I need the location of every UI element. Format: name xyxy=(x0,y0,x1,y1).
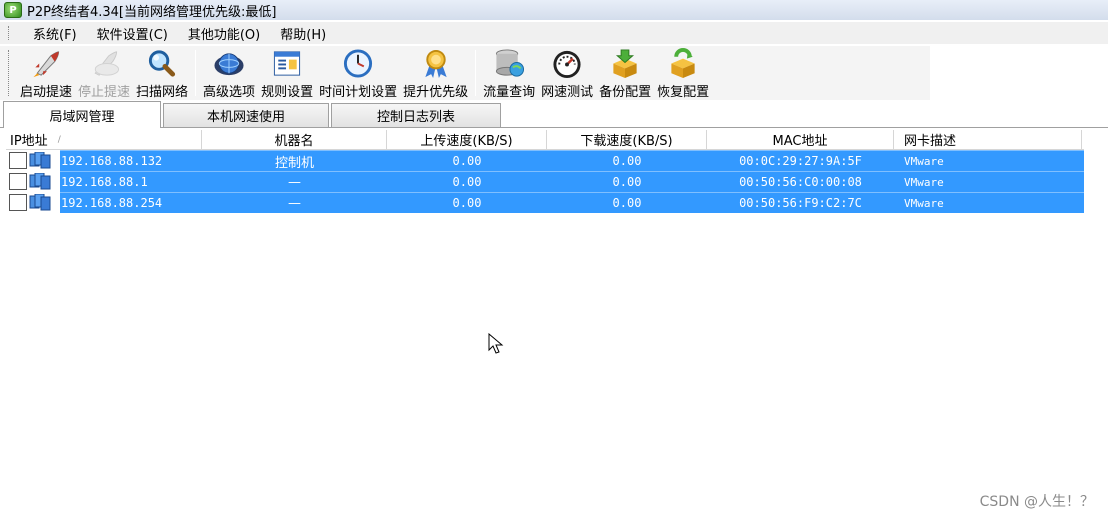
raise-priority-label: 提升优先级 xyxy=(403,85,469,100)
cell-ip: 192.168.88.1 xyxy=(61,175,148,189)
cell-mac: 00:0C:29:27:9A:5F xyxy=(739,154,862,168)
rules-window-icon xyxy=(273,51,301,76)
rocket-icon xyxy=(33,51,60,78)
cell-machine-name: 控制机 xyxy=(274,155,314,171)
tab-lan-management[interactable]: 局域网管理 xyxy=(3,101,161,128)
column-machine-name[interactable]: 机器名 xyxy=(202,130,387,149)
cell-download-speed: 0.00 xyxy=(612,175,642,189)
menu-grip xyxy=(8,26,11,40)
cell-upload-speed: 0.00 xyxy=(452,196,482,210)
magnifier-icon xyxy=(148,50,176,77)
schedule-settings-button[interactable]: 时间计划设置 xyxy=(316,46,400,100)
menu-help[interactable]: 帮助(H) xyxy=(270,22,336,45)
rocket-stop-icon xyxy=(94,51,120,76)
column-nic-description[interactable]: 网卡描述 xyxy=(894,130,1082,149)
computer-icon xyxy=(29,194,51,211)
host-table: IP地址 / 机器名 上传速度(KB/S) 下载速度(KB/S) MAC地址 网… xyxy=(6,130,1084,213)
advanced-options-button[interactable]: 高级选项 xyxy=(200,46,258,100)
cell-nic-description: VMware xyxy=(904,154,944,168)
stop-speedup-button[interactable]: 停止提速 xyxy=(75,46,133,100)
toolbar-grip xyxy=(8,50,11,96)
cell-nic-description: VMware xyxy=(904,175,944,189)
restore-config-button[interactable]: 恢复配置 xyxy=(654,46,712,100)
cell-download-speed: 0.00 xyxy=(612,154,642,168)
computer-icon xyxy=(29,152,51,169)
column-ip-label: IP地址 xyxy=(10,134,48,149)
tab-bar: 局域网管理 本机网速使用 控制日志列表 xyxy=(0,100,1108,128)
row-lead xyxy=(6,192,60,213)
row-cells[interactable]: 192.168.88.132 控制机 0.00 0.00 00:0C:29:27… xyxy=(60,150,1084,171)
cell-machine-name: — xyxy=(288,195,301,211)
rules-settings-button[interactable]: 规则设置 xyxy=(258,46,316,100)
box-down-arrow-icon xyxy=(613,49,637,79)
row-lead xyxy=(6,171,60,192)
schedule-settings-label: 时间计划设置 xyxy=(319,85,398,100)
scan-network-label: 扫描网络 xyxy=(136,85,189,100)
restore-config-label: 恢复配置 xyxy=(657,85,710,100)
tab-local-speed-usage[interactable]: 本机网速使用 xyxy=(163,103,329,127)
cell-machine-name: — xyxy=(288,174,301,190)
backup-config-label: 备份配置 xyxy=(599,85,652,100)
toolbar-separator xyxy=(475,50,477,96)
speed-test-button[interactable]: 网速测试 xyxy=(538,46,596,100)
backup-config-button[interactable]: 备份配置 xyxy=(596,46,654,100)
toolbar: 启动提速 停止提速 扫描网络 高级选项 规则设置 时间计划设置 提升优先级 流量… xyxy=(0,46,930,100)
cell-mac: 00:50:56:C0:00:08 xyxy=(739,175,862,189)
row-checkbox[interactable] xyxy=(9,152,27,169)
menu-system[interactable]: 系统(F) xyxy=(23,22,87,45)
advanced-options-label: 高级选项 xyxy=(203,85,256,100)
clock-icon xyxy=(344,49,373,78)
column-mac[interactable]: MAC地址 xyxy=(707,130,894,149)
cell-upload-speed: 0.00 xyxy=(452,154,482,168)
row-checkbox[interactable] xyxy=(9,173,27,190)
box-recycle-icon xyxy=(671,48,695,79)
cell-ip: 192.168.88.254 xyxy=(61,196,163,210)
watermark: CSDN @人生！？ xyxy=(979,494,1094,510)
database-globe-icon xyxy=(496,49,525,77)
computer-icon xyxy=(29,173,51,190)
tab-control-log-list[interactable]: 控制日志列表 xyxy=(331,103,501,127)
traffic-query-label: 流量查询 xyxy=(483,85,536,100)
menu-bar: 系统(F) 软件设置(C) 其他功能(O) 帮助(H) xyxy=(0,22,1108,44)
raise-priority-button[interactable]: 提升优先级 xyxy=(400,46,471,100)
cell-mac: 00:50:56:F9:C2:7C xyxy=(739,196,862,210)
column-ip[interactable]: IP地址 / xyxy=(6,130,202,149)
start-speedup-button[interactable]: 启动提速 xyxy=(17,46,75,100)
mouse-pointer-icon xyxy=(488,333,504,354)
speedometer-icon xyxy=(553,50,581,79)
p2p-app-icon: P xyxy=(4,2,22,18)
globe-gear-icon xyxy=(214,53,244,76)
table-row[interactable]: 192.168.88.1 — 0.00 0.00 00:50:56:C0:00:… xyxy=(6,171,1084,192)
menu-other-functions[interactable]: 其他功能(O) xyxy=(178,22,270,45)
column-upload-speed[interactable]: 上传速度(KB/S) xyxy=(387,130,547,149)
table-body: 192.168.88.132 控制机 0.00 0.00 00:0C:29:27… xyxy=(6,150,1084,213)
traffic-query-button[interactable]: 流量查询 xyxy=(480,46,538,100)
award-ribbon-icon xyxy=(424,49,447,79)
cell-ip: 192.168.88.132 xyxy=(61,154,163,168)
rules-settings-label: 规则设置 xyxy=(261,85,314,100)
cell-nic-description: VMware xyxy=(904,196,944,210)
table-row[interactable]: 192.168.88.132 控制机 0.00 0.00 00:0C:29:27… xyxy=(6,150,1084,171)
table-header: IP地址 / 机器名 上传速度(KB/S) 下载速度(KB/S) MAC地址 网… xyxy=(6,130,1084,150)
row-checkbox[interactable] xyxy=(9,194,27,211)
cell-download-speed: 0.00 xyxy=(612,196,642,210)
scan-network-button[interactable]: 扫描网络 xyxy=(133,46,191,100)
column-download-speed[interactable]: 下载速度(KB/S) xyxy=(547,130,707,149)
stop-speedup-label: 停止提速 xyxy=(78,85,131,100)
speed-test-label: 网速测试 xyxy=(541,85,594,100)
title-bar: P P2P终结者4.34[当前网络管理优先级:最低] xyxy=(0,0,1108,20)
table-row[interactable]: 192.168.88.254 — 0.00 0.00 00:50:56:F9:C… xyxy=(6,192,1084,213)
row-cells[interactable]: 192.168.88.1 — 0.00 0.00 00:50:56:C0:00:… xyxy=(60,171,1084,192)
window-title: P2P终结者4.34[当前网络管理优先级:最低] xyxy=(27,4,277,20)
sort-indicator-icon: / xyxy=(57,134,61,145)
menu-software-settings[interactable]: 软件设置(C) xyxy=(87,22,178,45)
start-speedup-label: 启动提速 xyxy=(20,85,73,100)
toolbar-separator xyxy=(195,50,197,96)
row-lead xyxy=(6,150,60,171)
row-cells[interactable]: 192.168.88.254 — 0.00 0.00 00:50:56:F9:C… xyxy=(60,192,1084,213)
cell-upload-speed: 0.00 xyxy=(452,175,482,189)
